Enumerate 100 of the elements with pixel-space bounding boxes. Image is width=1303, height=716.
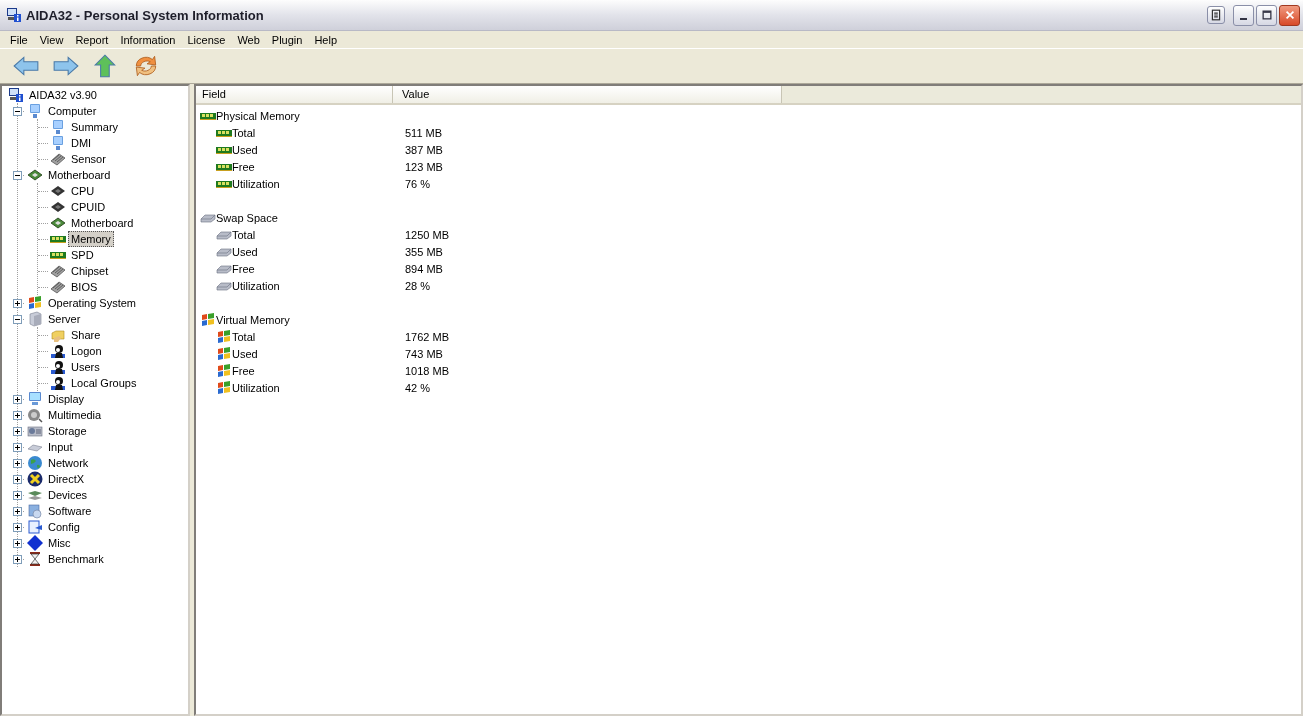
field-cell: Used — [232, 245, 258, 258]
expander-toggle[interactable] — [13, 522, 22, 532]
app-icon — [6, 7, 22, 23]
menu-item[interactable]: View — [33, 33, 70, 46]
tree-item[interactable]: Computer — [45, 103, 100, 119]
flag-icon — [216, 379, 232, 396]
expander-toggle[interactable] — [13, 538, 22, 548]
value-cell-text: 894 MB — [404, 262, 443, 275]
user-icon — [50, 359, 66, 375]
expander-toggle[interactable] — [13, 442, 22, 452]
expander-toggle[interactable] — [13, 410, 22, 420]
value-cell-text: 1250 MB — [404, 228, 450, 241]
hourglass-icon — [27, 551, 43, 567]
value-cell-text: 123 MB — [404, 160, 443, 173]
field-cell: Used — [232, 347, 258, 360]
tree-item[interactable]: BIOS — [68, 279, 101, 295]
menu-item[interactable]: Help — [308, 33, 343, 46]
field-cell: Utilization — [232, 177, 280, 190]
tree-item[interactable]: Motherboard — [68, 215, 137, 231]
expander-toggle[interactable] — [13, 394, 22, 404]
tree-item[interactable]: Input — [45, 439, 76, 455]
value-cell-text: 76 % — [404, 177, 431, 190]
tree-item[interactable]: Users — [68, 359, 103, 375]
tree-item[interactable]: DirectX — [45, 471, 88, 487]
flag-icon — [216, 345, 232, 362]
flag-icon — [27, 295, 43, 311]
field-cell: Total — [232, 126, 256, 139]
tree-item[interactable]: SPD — [68, 247, 97, 263]
tree-item[interactable]: Multimedia — [45, 407, 105, 423]
window-title: AIDA32 - Personal System Information — [26, 7, 264, 23]
computer-info-icon — [8, 87, 24, 103]
chip-icon — [50, 263, 66, 279]
tree-item[interactable]: Chipset — [68, 263, 112, 279]
menu-item[interactable]: File — [4, 33, 34, 46]
tree-item[interactable]: Software — [45, 503, 95, 519]
expander-toggle[interactable] — [13, 490, 22, 500]
system-menu-button[interactable] — [1207, 6, 1225, 24]
tree-item[interactable]: Operating System — [45, 295, 140, 311]
column-header[interactable]: Field — [196, 86, 393, 103]
expander-toggle[interactable] — [13, 474, 22, 484]
value-cell-text: 28 % — [404, 279, 431, 292]
tree-item[interactable]: Devices — [45, 487, 91, 503]
share-icon — [50, 327, 66, 343]
expander-toggle[interactable] — [13, 554, 22, 564]
diamond-icon — [27, 535, 43, 551]
tree-item[interactable]: Display — [45, 391, 88, 407]
menu-item[interactable]: Information — [114, 33, 182, 46]
expander-toggle[interactable] — [13, 458, 22, 468]
tree-item[interactable]: Server — [45, 311, 84, 327]
expander-toggle[interactable] — [13, 314, 22, 324]
expander-toggle[interactable] — [13, 170, 22, 180]
tree-item[interactable]: Local Groups — [68, 375, 140, 391]
user-icon — [50, 375, 66, 391]
tree-item[interactable]: Memory — [68, 231, 114, 247]
tree-item[interactable]: Logon — [68, 343, 105, 359]
field-cell: Free — [232, 364, 255, 377]
value-cell-text: 387 MB — [404, 143, 443, 156]
menu-item[interactable]: Plugin — [265, 33, 309, 46]
tree-item[interactable]: Sensor — [68, 151, 109, 167]
menu-item[interactable]: Web — [231, 33, 266, 46]
flag-icon — [200, 311, 216, 328]
expander-toggle[interactable] — [13, 426, 22, 436]
field-cell: Utilization — [232, 279, 280, 292]
close-icon — [1283, 9, 1296, 21]
disk-drive-icon — [27, 423, 43, 439]
flag-icon — [216, 328, 232, 345]
tree-item[interactable]: CPU — [68, 183, 98, 199]
value-cell-text: 511 MB — [404, 126, 443, 139]
tree-item[interactable]: Config — [45, 519, 83, 535]
tree-item[interactable]: CPUID — [68, 199, 109, 215]
group-title: Swap Space — [216, 211, 278, 224]
tree-item[interactable]: Misc — [45, 535, 74, 551]
menu-item[interactable]: Report — [69, 33, 115, 46]
minimize-icon — [1240, 17, 1247, 20]
monitor-icon — [27, 103, 43, 119]
processor-icon — [50, 183, 66, 199]
tree-item[interactable]: AIDA32 v3.90 — [26, 87, 100, 103]
tree-item[interactable]: Summary — [68, 119, 122, 135]
document-icon — [1210, 9, 1222, 21]
value-cell-text: 42 % — [404, 381, 431, 394]
expander-toggle[interactable] — [13, 506, 22, 516]
value-cell-text: 1762 MB — [404, 330, 450, 343]
tree-item[interactable]: Network — [45, 455, 92, 471]
tree-item[interactable]: Share — [68, 327, 104, 343]
globe-icon — [27, 455, 43, 471]
group-title: Virtual Memory — [216, 313, 290, 326]
monitor-icon — [50, 119, 66, 135]
flag-icon — [216, 362, 232, 379]
column-header[interactable]: Value — [393, 86, 782, 103]
expander-toggle[interactable] — [13, 298, 22, 308]
minimize-button[interactable] — [1233, 4, 1254, 26]
tree-item[interactable]: Benchmark — [45, 551, 107, 567]
close-button[interactable] — [1279, 4, 1300, 26]
tree-item[interactable]: DMI — [68, 135, 95, 151]
maximize-button[interactable] — [1256, 4, 1277, 26]
tree-item[interactable]: Storage — [45, 423, 90, 439]
expander-toggle[interactable] — [13, 106, 22, 116]
value-cell-text: 743 MB — [404, 347, 443, 360]
menu-item[interactable]: License — [181, 33, 232, 46]
tree-item[interactable]: Motherboard — [45, 167, 114, 183]
